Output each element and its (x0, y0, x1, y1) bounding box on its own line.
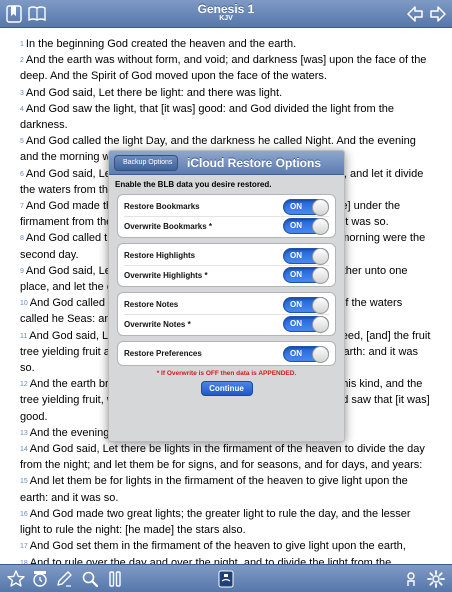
verse-number: 14 (20, 446, 28, 454)
verse[interactable]: 16 And God made two great lights; the gre… (20, 506, 432, 538)
toggle-knob[interactable] (312, 198, 329, 216)
toggle-state: ON (290, 250, 302, 260)
verse-number: 16 (20, 510, 28, 518)
toggle-knob[interactable] (312, 267, 329, 284)
toggle-state: ON (290, 319, 302, 328)
back-arrow-icon[interactable] (405, 4, 425, 24)
verse[interactable]: 14 And God said, Let there be lights in t… (20, 441, 432, 473)
toggle-knob[interactable] (312, 218, 329, 235)
option-toggle[interactable]: ON (283, 218, 329, 235)
verse-text: And God said, Let there be lights in the… (20, 443, 425, 472)
verse-text: And God saw the light, that [it was] goo… (20, 102, 395, 132)
option-group: Restore Preferences ON (117, 341, 336, 366)
verse-number: 5 (20, 138, 24, 146)
option-row: Restore Notes ON (124, 295, 329, 314)
verse[interactable]: 17 And God set them in the firmament of t… (20, 538, 432, 554)
bottom-toolbar (0, 564, 452, 592)
verse-text: And God said, Let there be light: and th… (25, 86, 283, 99)
option-group: Restore Notes ON Overwrite Notes * ON (117, 292, 336, 336)
option-toggle[interactable]: ON (283, 296, 329, 314)
verse[interactable]: 4 And God saw the light, that [it was] go… (20, 101, 432, 133)
verse-number: 7 (20, 203, 24, 211)
search-icon[interactable] (80, 569, 100, 589)
option-toggle[interactable]: ON (283, 198, 329, 216)
verse-text: In the beginning God created the heaven … (25, 38, 297, 50)
toggle-knob[interactable] (312, 247, 329, 265)
forward-arrow-icon[interactable] (428, 4, 448, 24)
option-row: Overwrite Highlights * ON (124, 265, 329, 284)
toggle-knob[interactable] (312, 345, 329, 363)
verse-number: 15 (20, 478, 28, 486)
verse-number: 2 (20, 57, 24, 65)
verse-number: 9 (20, 267, 24, 275)
toggle-state: ON (290, 201, 302, 211)
verse-number: 11 (20, 332, 28, 340)
verse[interactable]: 1 In the beginning God created the heaven… (20, 36, 432, 52)
pause-icon[interactable] (105, 569, 125, 589)
verse-text: And the earth was without form, and void… (20, 54, 427, 83)
toggle-knob[interactable] (312, 316, 329, 333)
option-label: Overwrite Notes * (124, 319, 191, 329)
overwrite-note: * If Overwrite is OFF then data is APPEN… (156, 370, 297, 377)
verse-number: 12 (20, 381, 28, 389)
toggle-knob[interactable] (312, 296, 329, 314)
option-toggle[interactable]: ON (283, 267, 329, 284)
dialog-title: iCloud Restore Options (187, 156, 322, 170)
verse[interactable]: 15 And let them be for lights in the firm… (20, 473, 432, 505)
top-navigation-bar: Genesis 1 KJV (0, 0, 452, 28)
verse[interactable]: 3 And God said, Let there be light: and t… (20, 85, 432, 101)
verse[interactable]: 2 And the earth was without form, and voi… (20, 52, 432, 84)
dialog-instruction: Enable the BLB data you desire restored. (115, 180, 272, 189)
verse-number: 13 (20, 429, 28, 437)
verse-text: And God made two great lights; the great… (20, 507, 411, 537)
toggle-state: ON (290, 348, 302, 358)
verse-number: 3 (20, 89, 24, 97)
option-label: Overwrite Bookmarks * (124, 221, 213, 231)
verse-number: 8 (20, 235, 24, 243)
gear-icon[interactable] (426, 569, 446, 589)
option-label: Restore Preferences (124, 349, 202, 358)
verse-number: 4 (20, 105, 24, 113)
option-label: Overwrite Highlights * (124, 270, 208, 280)
option-row: Restore Highlights ON (124, 246, 329, 265)
option-group: Restore Bookmarks ON Overwrite Bookmarks *… (117, 194, 336, 238)
option-label: Restore Highlights (124, 251, 196, 260)
star-icon[interactable] (6, 569, 26, 589)
page-title: Genesis 1 (197, 2, 255, 16)
verse-text: And God set them in the firmament of the… (29, 540, 406, 553)
option-group: Restore Highlights ON Overwrite Highlights… (117, 243, 336, 287)
toggle-state: ON (290, 299, 302, 309)
icloud-restore-dialog: Backup Options iCloud Restore Options En… (108, 150, 345, 442)
option-toggle[interactable]: ON (283, 316, 329, 333)
verse-number: 6 (20, 170, 24, 178)
history-icon[interactable] (30, 569, 50, 589)
backup-options-button[interactable]: Backup Options (114, 155, 179, 171)
option-row: Restore Bookmarks ON (124, 197, 329, 216)
verse-text: And to rule over the day and over the ni… (29, 556, 392, 565)
option-groups: Restore Bookmarks ON Overwrite Bookmarks *… (117, 194, 336, 366)
option-row: Overwrite Bookmarks * ON (124, 216, 329, 235)
option-label: Restore Bookmarks (124, 202, 200, 211)
pen-icon[interactable] (54, 569, 74, 589)
option-toggle[interactable]: ON (283, 247, 329, 265)
option-row: Overwrite Notes * ON (124, 314, 329, 333)
info-icon[interactable] (401, 569, 421, 589)
toggle-state: ON (290, 221, 302, 230)
option-label: Restore Notes (124, 300, 179, 309)
verse-number: 1 (20, 41, 24, 48)
continue-button[interactable]: Continue (200, 381, 253, 396)
blb-logo-icon[interactable] (216, 569, 236, 589)
verse[interactable]: 18 And to rule over the day and over the … (20, 555, 432, 565)
verse-number: 10 (20, 300, 28, 308)
version-label: KJV (219, 15, 233, 22)
dialog-header: Backup Options iCloud Restore Options (109, 151, 344, 175)
option-toggle[interactable]: ON (283, 345, 329, 363)
verse-number: 17 (20, 543, 28, 551)
toggle-state: ON (290, 270, 302, 279)
option-row: Restore Preferences ON (124, 344, 329, 363)
verse-text: And let them be for lights in the firmam… (20, 475, 408, 504)
